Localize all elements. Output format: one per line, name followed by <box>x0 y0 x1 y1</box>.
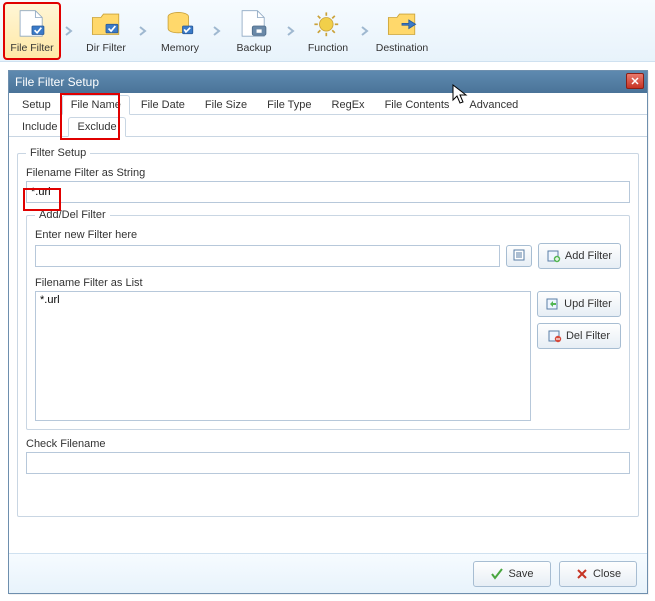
tb-backup[interactable]: Backup <box>226 3 282 59</box>
arrow-icon <box>134 3 152 59</box>
arrow-icon <box>208 3 226 59</box>
update-icon <box>546 297 560 311</box>
tab-file-contents[interactable]: File Contents <box>376 95 459 114</box>
window-body: Filter Setup Filename Filter as String A… <box>9 137 647 553</box>
tb-label: Destination <box>376 42 429 54</box>
tb-destination[interactable]: Destination <box>374 3 430 59</box>
tb-label: Dir Filter <box>86 42 126 54</box>
del-filter-label: Del Filter <box>566 330 610 342</box>
enter-new-filter-label: Enter new Filter here <box>35 229 621 241</box>
close-button[interactable]: Close <box>559 561 637 587</box>
browse-button[interactable] <box>506 245 532 267</box>
workflow-toolbar: File Filter Dir Filter Memory Backup Fun… <box>0 0 655 62</box>
filename-filter-string-label: Filename Filter as String <box>26 167 630 179</box>
filter-listbox[interactable]: *.url <box>35 291 531 421</box>
close-label: Close <box>593 568 621 580</box>
close-icon <box>575 567 589 581</box>
upd-filter-label: Upd Filter <box>564 298 612 310</box>
subtab-include[interactable]: Include <box>13 117 66 136</box>
tab-setup[interactable]: Setup <box>13 95 60 114</box>
arrow-icon <box>356 3 374 59</box>
tb-filefilter[interactable]: File Filter <box>4 3 60 59</box>
window-titlebar[interactable]: File Filter Setup <box>9 71 647 93</box>
add-del-fieldset: Add/Del Filter Enter new Filter here Add… <box>26 209 630 430</box>
tb-label: Backup <box>236 42 271 54</box>
upd-filter-button[interactable]: Upd Filter <box>537 291 621 317</box>
filename-filter-list-label: Filename Filter as List <box>35 277 621 289</box>
tb-label: Memory <box>161 42 199 54</box>
tab-file-name[interactable]: File Name <box>62 95 130 115</box>
tab-advanced[interactable]: Advanced <box>460 95 527 114</box>
filter-setup-fieldset: Filter Setup Filename Filter as String A… <box>17 147 639 517</box>
file-filter-icon <box>15 10 49 40</box>
subtab-exclude[interactable]: Exclude <box>68 117 125 137</box>
enter-new-filter-input[interactable] <box>35 245 500 267</box>
check-filename-input[interactable] <box>26 452 630 474</box>
add-filter-button[interactable]: Add Filter <box>538 243 621 269</box>
tab-file-size[interactable]: File Size <box>196 95 256 114</box>
save-label: Save <box>508 568 533 580</box>
list-item[interactable]: *.url <box>40 294 526 306</box>
tab-file-date[interactable]: File Date <box>132 95 194 114</box>
function-icon <box>311 10 345 40</box>
save-button[interactable]: Save <box>473 561 551 587</box>
filename-filter-string-input[interactable] <box>26 181 630 203</box>
file-filter-setup-window: File Filter Setup Setup File Name File D… <box>8 70 648 594</box>
destination-icon <box>385 10 419 40</box>
main-tabs: Setup File Name File Date File Size File… <box>9 93 647 115</box>
browse-icon <box>513 249 525 264</box>
tb-label: File Filter <box>10 42 53 54</box>
tab-regex[interactable]: RegEx <box>323 95 374 114</box>
arrow-icon <box>282 3 300 59</box>
add-filter-label: Add Filter <box>565 250 612 262</box>
tb-label: Function <box>308 42 348 54</box>
sub-tabs: Include Exclude <box>9 115 647 137</box>
add-del-legend: Add/Del Filter <box>35 209 110 221</box>
tb-dirfilter[interactable]: Dir Filter <box>78 3 134 59</box>
filter-setup-legend: Filter Setup <box>26 147 90 159</box>
window-title: File Filter Setup <box>15 75 99 89</box>
window-close-button[interactable] <box>626 73 644 89</box>
window-footer: Save Close <box>9 553 647 593</box>
mouse-cursor-icon <box>452 84 468 106</box>
check-icon <box>490 567 504 581</box>
dir-filter-icon <box>89 10 123 40</box>
tb-function[interactable]: Function <box>300 3 356 59</box>
del-filter-button[interactable]: Del Filter <box>537 323 621 349</box>
tb-memory[interactable]: Memory <box>152 3 208 59</box>
add-icon <box>547 249 561 263</box>
check-filename-label: Check Filename <box>26 438 630 450</box>
memory-icon <box>163 10 197 40</box>
delete-icon <box>548 329 562 343</box>
backup-icon <box>237 10 271 40</box>
arrow-icon <box>60 3 78 59</box>
tab-file-type[interactable]: File Type <box>258 95 320 114</box>
